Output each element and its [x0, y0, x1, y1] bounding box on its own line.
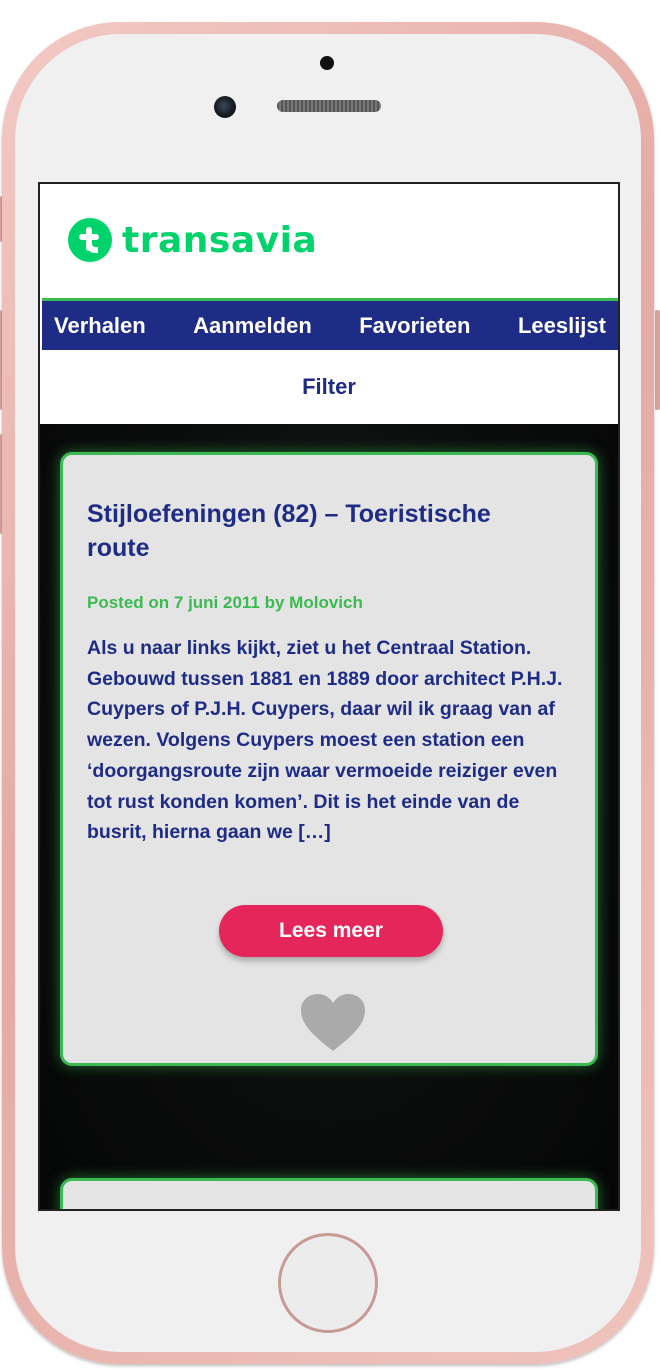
- transavia-logo-icon: [68, 218, 112, 262]
- front-camera-icon: [214, 96, 236, 118]
- filter-label[interactable]: Filter: [302, 374, 356, 400]
- filter-bar[interactable]: Filter: [40, 350, 618, 424]
- post-card: Stijloefeningen (82) – Toeristische rout…: [60, 452, 598, 1066]
- post-meta: Posted on 7 juni 2011 by Molovich: [87, 593, 363, 612]
- heart-icon[interactable]: [300, 993, 366, 1053]
- nav-item-verhalen[interactable]: Verhalen: [54, 313, 146, 339]
- nav-item-aanmelden[interactable]: Aanmelden: [193, 313, 312, 339]
- power-button: [655, 310, 660, 410]
- post-card-next: [60, 1178, 598, 1209]
- post-excerpt: Als u naar links kijkt, ziet u het Centr…: [87, 637, 563, 844]
- nav-item-favorieten[interactable]: Favorieten: [359, 313, 470, 339]
- phone-screen: transavia Verhalen Aanmelden Favorieten …: [38, 182, 620, 1211]
- read-more-button[interactable]: Lees meer: [219, 905, 443, 957]
- nav-item-leeslijst[interactable]: Leeslijst: [518, 313, 606, 339]
- post-title[interactable]: Stijloefeningen (82) – Toeristische rout…: [87, 497, 557, 565]
- phone-mockup: transavia Verhalen Aanmelden Favorieten …: [0, 0, 660, 1369]
- transavia-logo[interactable]: transavia: [68, 218, 317, 262]
- brand-name: transavia: [122, 219, 318, 261]
- site-header: transavia: [40, 184, 618, 298]
- main-navigation: Verhalen Aanmelden Favorieten Leeslijst: [42, 298, 618, 350]
- home-button[interactable]: [278, 1233, 378, 1333]
- earpiece-speaker: [277, 100, 381, 112]
- proximity-sensor: [320, 56, 334, 70]
